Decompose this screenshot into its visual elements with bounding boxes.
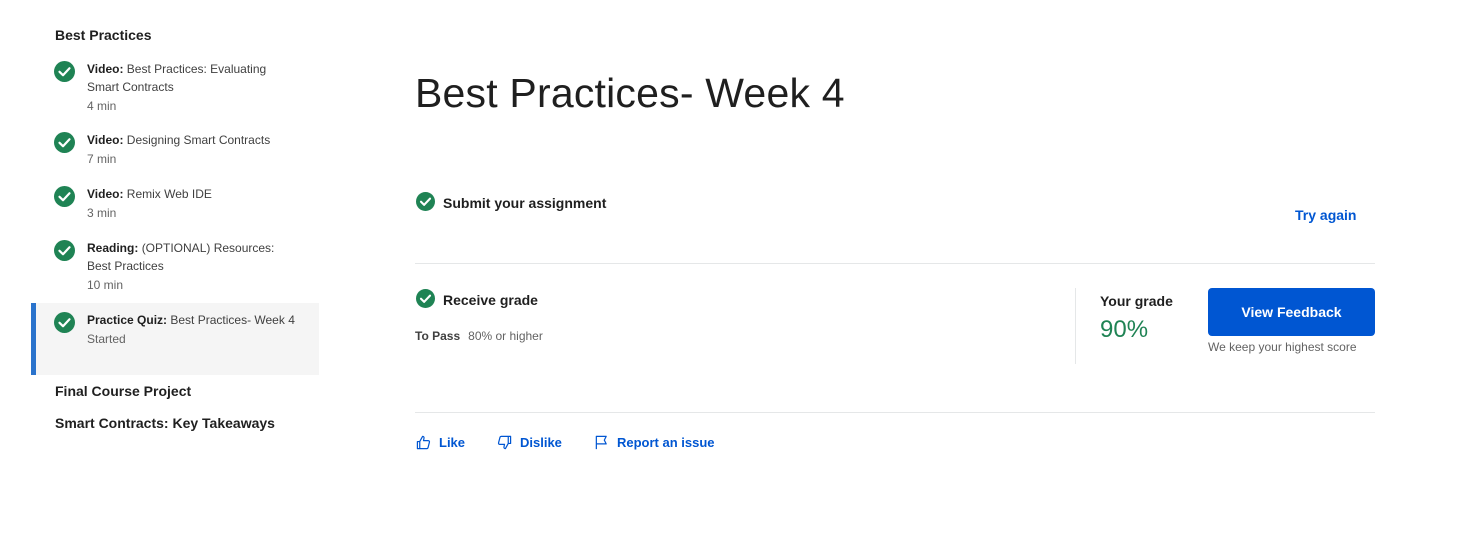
thumbs-down-icon — [497, 435, 512, 450]
try-again-button[interactable]: Try again — [1295, 207, 1356, 223]
check-circle-icon — [416, 192, 435, 211]
check-circle-icon — [54, 186, 75, 207]
to-pass-label: To Pass — [415, 329, 461, 343]
sidebar-item-meta: 3 min — [87, 206, 117, 220]
sidebar-item-evaluating-smart-contracts[interactable]: Video: Best Practices: Evaluating Smart … — [31, 60, 319, 115]
to-pass-info: To Pass 80% or higher — [415, 329, 543, 343]
flag-icon — [594, 435, 609, 450]
sidebar-item-title: Practice Quiz: Best Practices- Week 4 — [87, 313, 295, 327]
sidebar-item-meta: 4 min — [87, 99, 117, 113]
sidebar-section-title: Best Practices — [55, 27, 152, 43]
sidebar-item-meta: Started — [87, 332, 126, 346]
thumbs-up-icon — [416, 435, 431, 450]
report-issue-label: Report an issue — [617, 435, 715, 450]
sidebar-section-key-takeaways[interactable]: Smart Contracts: Key Takeaways — [55, 415, 275, 431]
check-circle-icon — [54, 61, 75, 82]
sidebar-item-resources[interactable]: Reading: (OPTIONAL) Resources: Best Prac… — [31, 239, 319, 294]
check-circle-icon — [54, 240, 75, 261]
like-button[interactable]: Like — [416, 435, 465, 450]
sidebar-item-meta: 10 min — [87, 278, 124, 292]
dislike-label: Dislike — [520, 435, 562, 450]
check-circle-icon — [416, 289, 435, 308]
sidebar-item-title: Video: Best Practices: Evaluating Smart … — [87, 62, 267, 94]
sidebar-section-final-course-project[interactable]: Final Course Project — [55, 383, 191, 399]
view-feedback-button[interactable]: View Feedback — [1208, 288, 1375, 336]
check-circle-icon — [54, 312, 75, 333]
submit-assignment-label: Submit your assignment — [443, 195, 607, 211]
sidebar-item-title: Video: Remix Web IDE — [87, 187, 212, 201]
sidebar-item-remix-web-ide[interactable]: Video: Remix Web IDE 3 min — [31, 185, 319, 222]
to-pass-value: 80% or higher — [468, 329, 543, 343]
highest-score-note: We keep your highest score — [1208, 340, 1357, 354]
your-grade-label: Your grade — [1100, 293, 1173, 309]
check-circle-icon — [54, 132, 75, 153]
sidebar-item-practice-quiz[interactable]: Practice Quiz: Best Practices- Week 4 St… — [31, 303, 319, 375]
sidebar-item-title: Video: Designing Smart Contracts — [87, 133, 271, 147]
sidebar-item-title: Reading: (OPTIONAL) Resources: Best Prac… — [87, 241, 275, 273]
like-label: Like — [439, 435, 466, 450]
page-title: Best Practices- Week 4 — [415, 70, 845, 116]
vertical-divider — [1075, 288, 1076, 364]
divider — [415, 263, 1375, 264]
divider — [415, 412, 1375, 413]
sidebar-item-designing-smart-contracts[interactable]: Video: Designing Smart Contracts 7 min — [31, 131, 319, 168]
receive-grade-label: Receive grade — [443, 292, 538, 308]
sidebar-item-meta: 7 min — [87, 152, 117, 166]
dislike-button[interactable]: Dislike — [497, 435, 562, 450]
your-grade-value: 90% — [1100, 316, 1149, 343]
report-issue-button[interactable]: Report an issue — [594, 435, 715, 450]
